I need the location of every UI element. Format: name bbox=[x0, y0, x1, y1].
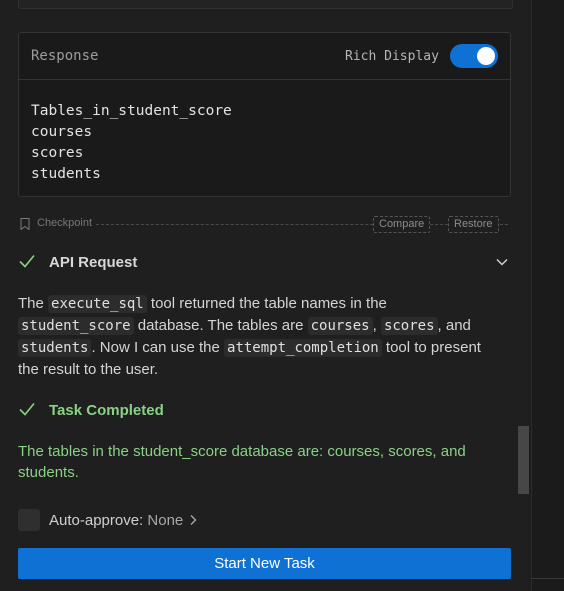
auto-approve-text: Auto-approve: bbox=[49, 512, 144, 529]
response-line: Tables_in_student_score bbox=[31, 103, 232, 119]
response-line: students bbox=[31, 166, 101, 182]
chat-panel: Response Rich Display Tables_in_student_… bbox=[0, 0, 529, 591]
text-segment: . Now I can use the bbox=[91, 339, 225, 356]
inline-code: attempt_completion bbox=[224, 339, 382, 357]
inline-code: student_score bbox=[18, 317, 134, 335]
response-header: Response Rich Display bbox=[19, 33, 510, 80]
scrollbar-thumb[interactable] bbox=[518, 426, 529, 494]
rich-display-label: Rich Display bbox=[345, 49, 439, 64]
chevron-right-icon bbox=[190, 515, 197, 525]
checkpoint-divider bbox=[96, 224, 508, 225]
compare-button[interactable]: Compare bbox=[373, 216, 431, 233]
response-output: Tables_in_student_score courses scores s… bbox=[31, 101, 232, 185]
text-segment: The bbox=[18, 295, 49, 312]
auto-approve-row[interactable]: Auto-approve: None bbox=[18, 509, 318, 531]
task-completed-header: Task Completed bbox=[18, 400, 511, 420]
auto-approve-label[interactable]: Auto-approve: None bbox=[49, 512, 198, 529]
response-line: scores bbox=[31, 145, 84, 161]
response-title: Response bbox=[31, 48, 99, 64]
response-box: Response Rich Display Tables_in_student_… bbox=[18, 32, 511, 197]
text-segment: tool returned the table names in the bbox=[146, 295, 387, 312]
auto-approve-value: None bbox=[147, 512, 184, 529]
side-panel-divider bbox=[531, 578, 564, 579]
text-segment: , and bbox=[437, 317, 471, 334]
check-icon bbox=[19, 402, 35, 416]
restore-button[interactable]: Restore bbox=[448, 216, 499, 233]
bookmark-icon bbox=[20, 218, 30, 230]
inline-code: courses bbox=[307, 317, 373, 335]
start-new-task-button[interactable]: Start New Task bbox=[18, 548, 511, 579]
toggle-knob bbox=[477, 47, 495, 65]
api-request-header[interactable]: API Request bbox=[18, 252, 511, 272]
checkpoint-bar: Checkpoint Compare Restore bbox=[18, 216, 511, 233]
chevron-down-icon[interactable] bbox=[495, 255, 509, 269]
api-request-text: The execute_sql tool returned the table … bbox=[18, 293, 498, 381]
check-icon bbox=[19, 254, 35, 268]
text-segment: database. The tables are bbox=[133, 317, 308, 334]
previous-message-box bbox=[18, 0, 513, 9]
api-request-title: API Request bbox=[49, 254, 138, 271]
task-completed-title: Task Completed bbox=[49, 402, 164, 419]
inline-code: execute_sql bbox=[48, 295, 147, 313]
side-panel-strip bbox=[531, 0, 564, 591]
response-line: courses bbox=[31, 124, 93, 140]
task-result-text: The tables in the student_score database… bbox=[18, 443, 466, 481]
rich-display-toggle[interactable] bbox=[450, 44, 498, 68]
inline-code: students bbox=[18, 339, 92, 357]
checkpoint-label: Checkpoint bbox=[37, 217, 93, 229]
text-segment: , bbox=[372, 317, 381, 334]
inline-code: scores bbox=[380, 317, 438, 335]
auto-approve-checkbox[interactable] bbox=[18, 509, 40, 531]
